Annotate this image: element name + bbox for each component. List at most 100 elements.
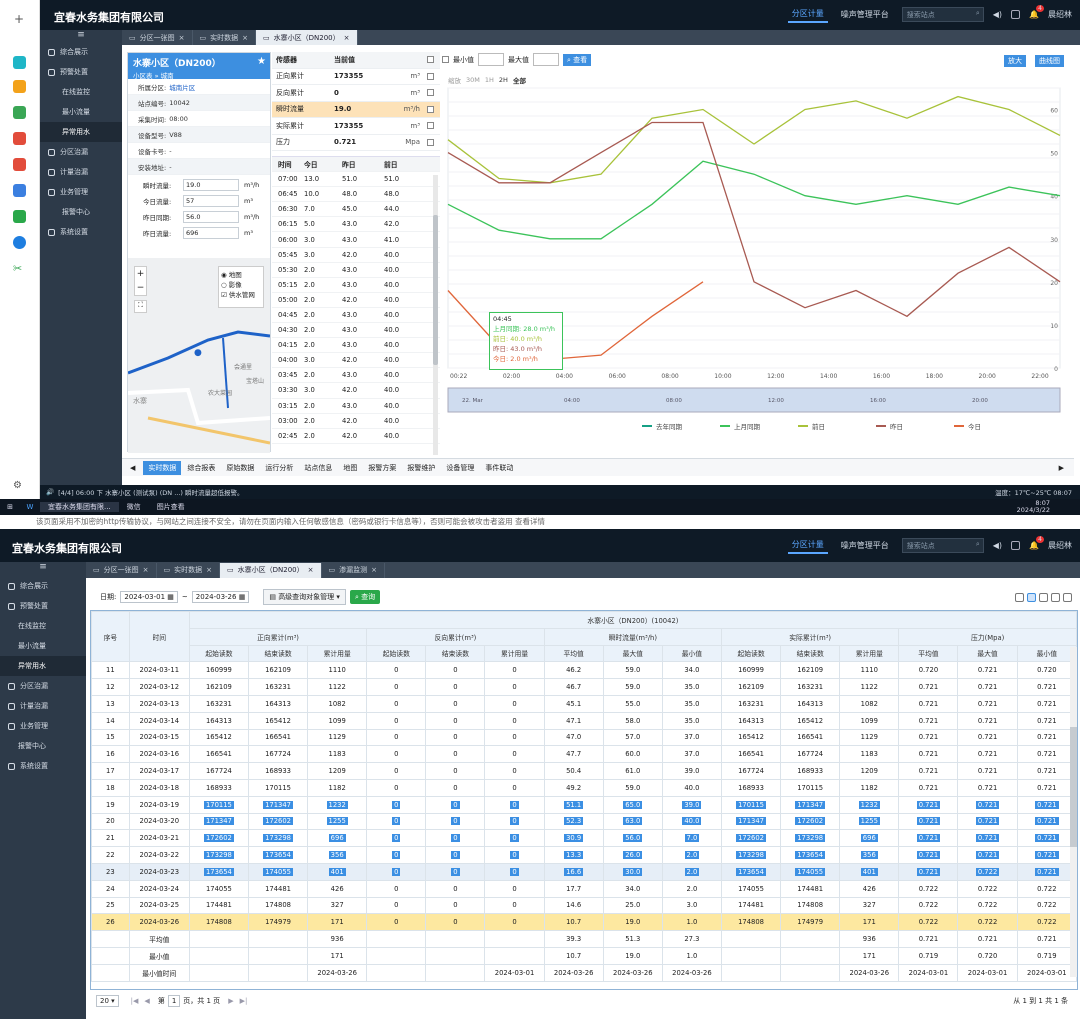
detail-tab[interactable]: 原始数据 <box>221 461 259 475</box>
zoom-control[interactable]: + − <box>134 266 147 296</box>
close-icon[interactable]: × <box>344 34 350 42</box>
last-page-icon[interactable]: ▶| <box>240 997 248 1005</box>
nav-overview[interactable]: 综合展示 <box>40 42 122 62</box>
bell-icon[interactable]: 🔔 4 <box>1029 5 1044 19</box>
table-row[interactable]: 25 2024-03-25 174481 174808 327 0 0 0 14.6 25.0 3.… <box>91 896 1077 915</box>
calendar-icon[interactable]: ▦ <box>167 593 174 601</box>
table-row[interactable]: 16 2024-03-16 166541 167724 1183 0 0 0 47.7 60.0 3… <box>91 745 1077 764</box>
select-all-checkbox[interactable] <box>426 56 434 64</box>
prev-icon[interactable]: ◀ <box>122 464 143 472</box>
star-icon[interactable]: ★ <box>257 56 266 67</box>
line-chart[interactable]: 010203040506000:22 02:00 04:00 06:00 08:00 10… <box>442 50 1074 455</box>
table-row[interactable]: 24 2024-03-24 174055 174481 426 0 0 0 17.7 34.0 2.… <box>91 879 1077 898</box>
readonly-input[interactable]: 696 <box>183 227 239 239</box>
doc-icon[interactable] <box>1011 541 1021 550</box>
map-view[interactable]: + − ⛶ ◉ 地图 ○ 影像 ☑ 供水管网 会通里 宝塔山 农大菜园 水寨 ● <box>128 258 270 453</box>
next-page-icon[interactable]: ▶ <box>228 997 233 1005</box>
nav-business[interactable]: 业务管理 <box>0 716 86 736</box>
excel-icon[interactable] <box>1051 592 1060 602</box>
table-row[interactable]: 17 2024-03-17 167724 168933 1209 0 0 0 50.4 61.0 3… <box>91 762 1077 780</box>
nav-min-flow[interactable]: 最小流量 <box>0 636 86 656</box>
nav-overview[interactable]: 综合展示 <box>0 576 86 596</box>
taskbar-app[interactable]: 图片查看 <box>149 502 193 512</box>
nav-alert[interactable]: 预警处置 <box>40 62 122 82</box>
menu-toggle-icon[interactable]: ≡ <box>40 30 122 42</box>
sensor-checkbox[interactable] <box>426 105 434 113</box>
table-row[interactable]: 15 2024-03-15 165412 166541 1129 0 0 0 47.0 57.0 3… <box>91 728 1077 747</box>
nav-alarm-center[interactable]: 报警中心 <box>40 202 122 222</box>
plus-icon[interactable]: + <box>14 12 27 26</box>
app-icon-7[interactable] <box>13 210 26 223</box>
search-icon[interactable]: ⌕ <box>976 540 980 549</box>
app-icon-2[interactable] <box>13 80 26 93</box>
fullscreen-icon[interactable]: ⛶ <box>134 300 147 313</box>
chart-view-icon[interactable] <box>1039 592 1048 602</box>
page-tab[interactable]: ▭ 分区一张图 × <box>86 562 157 578</box>
gear-icon[interactable]: ⚙ <box>13 480 26 493</box>
detail-tab[interactable]: 事件联动 <box>480 461 518 475</box>
close-icon[interactable]: × <box>242 34 248 42</box>
nav-online-monitor[interactable]: 在线监控 <box>40 82 122 102</box>
sensor-checkbox[interactable] <box>426 89 434 97</box>
readonly-input[interactable]: 19.0 <box>183 179 239 191</box>
tab-partition-metering[interactable]: 分区计量 <box>787 537 828 554</box>
print-icon[interactable] <box>1063 592 1072 602</box>
close-icon[interactable]: × <box>371 566 377 574</box>
search-input[interactable]: 搜索站点 ⌕ <box>901 7 984 22</box>
table-row[interactable]: 12 2024-03-12 162109 163231 1122 0 0 0 46.7 59.0 3… <box>91 678 1077 696</box>
legend-label[interactable]: 上月同期 <box>734 422 761 431</box>
close-icon[interactable]: × <box>143 566 149 574</box>
windows-icon[interactable]: ⊞ <box>0 503 20 511</box>
page-tab[interactable]: ▭ 渗漏监测 × <box>322 562 385 578</box>
table-row[interactable]: 13 2024-03-13 163231 164313 1082 0 0 0 45.1 55.0 3… <box>91 694 1077 713</box>
detail-tab[interactable]: 地图 <box>338 461 362 475</box>
detail-tab[interactable]: 设备管理 <box>441 461 479 475</box>
app-icon-5[interactable] <box>13 158 26 171</box>
advanced-query-button[interactable]: ▤ 高级查询对象管理 ▾ <box>263 589 346 605</box>
table-row[interactable]: 26 2024-03-26 174808 174979 171 0 0 0 10.7 19.0 1.… <box>91 913 1077 932</box>
sound-icon[interactable]: ◀) <box>993 541 1002 550</box>
table-row[interactable]: 19 2024-03-19 170115 171347 1232 0 0 0 51.1 65.0 3… <box>91 795 1077 814</box>
calendar-icon[interactable]: ▦ <box>239 593 246 601</box>
tab-partition-map[interactable]: ▭ 分区一张图 × <box>122 30 193 45</box>
readonly-input[interactable]: 56.0 <box>183 211 239 223</box>
sensor-checkbox[interactable] <box>426 122 434 130</box>
close-icon[interactable]: × <box>179 34 185 42</box>
table-row[interactable]: 11 2024-03-11 160999 162109 1110 0 0 0 46.2 59.0 3… <box>91 661 1077 680</box>
page-size-select[interactable]: 20 ▾ <box>96 995 119 1007</box>
table-row[interactable]: 14 2024-03-14 164313 165412 1099 0 0 0 47.1 58.0 3… <box>91 711 1077 730</box>
sensor-row[interactable]: 反向累计 0 m³ <box>272 85 440 102</box>
tab-noise-platform[interactable]: 噪声管理平台 <box>837 538 893 553</box>
nav-abnormal-use[interactable]: 异常用水 <box>40 122 122 142</box>
map-pin-icon[interactable]: ● <box>194 348 202 358</box>
nav-partition-leak[interactable]: 分区治漏 <box>40 142 122 162</box>
table-row[interactable]: 20 2024-03-20 171347 172602 1255 0 0 0 52.3 63.0 4… <box>91 812 1077 831</box>
nav-settings[interactable]: 系统设置 <box>0 756 86 776</box>
table-row[interactable]: 22 2024-03-22 173298 173654 356 0 0 0 13.3 26.0 2.… <box>91 846 1077 864</box>
nav-meter-leak[interactable]: 计量治漏 <box>0 696 86 716</box>
sensor-row[interactable]: 正向累计 173355 m³ <box>272 69 440 85</box>
nav-abnormal-use[interactable]: 异常用水 <box>0 656 86 676</box>
nav-meter-leak[interactable]: 计量治漏 <box>40 162 122 182</box>
export-icon[interactable] <box>1015 592 1024 602</box>
next-icon[interactable]: ▶ <box>1049 464 1074 472</box>
sensor-row[interactable]: 压力 0.721 Mpa <box>272 135 440 151</box>
nav-min-flow[interactable]: 最小流量 <box>40 102 122 122</box>
app-icon-8[interactable] <box>13 236 26 249</box>
page-tab[interactable]: ▭ 水寨小区（DN200） × <box>220 562 322 578</box>
page-tab[interactable]: ▭ 实时数据 × <box>157 562 220 578</box>
tab-realtime[interactable]: ▭ 实时数据 × <box>193 30 256 45</box>
menu-toggle-icon[interactable]: ≡ <box>0 562 86 576</box>
close-icon[interactable]: × <box>308 566 314 574</box>
user-name[interactable]: 晨绍林 <box>1048 540 1072 551</box>
detail-tab[interactable]: 报警方案 <box>363 461 401 475</box>
table-scrollbar[interactable] <box>1070 647 1077 977</box>
tab-station[interactable]: ▭ 水寨小区（DN200） × <box>256 30 358 45</box>
table-row[interactable]: 21 2024-03-21 172602 173298 696 0 0 0 30.9 56.0 7.… <box>91 829 1077 848</box>
prev-page-icon[interactable]: ◀ <box>144 997 149 1005</box>
query-button[interactable]: ⌕ 查询 <box>349 590 381 604</box>
radio-satellite[interactable]: ○ 影像 <box>221 279 261 289</box>
app-icon-1[interactable] <box>13 56 26 69</box>
taskbar-app[interactable]: 微信 <box>119 502 149 512</box>
sensor-checkbox[interactable] <box>426 72 434 80</box>
